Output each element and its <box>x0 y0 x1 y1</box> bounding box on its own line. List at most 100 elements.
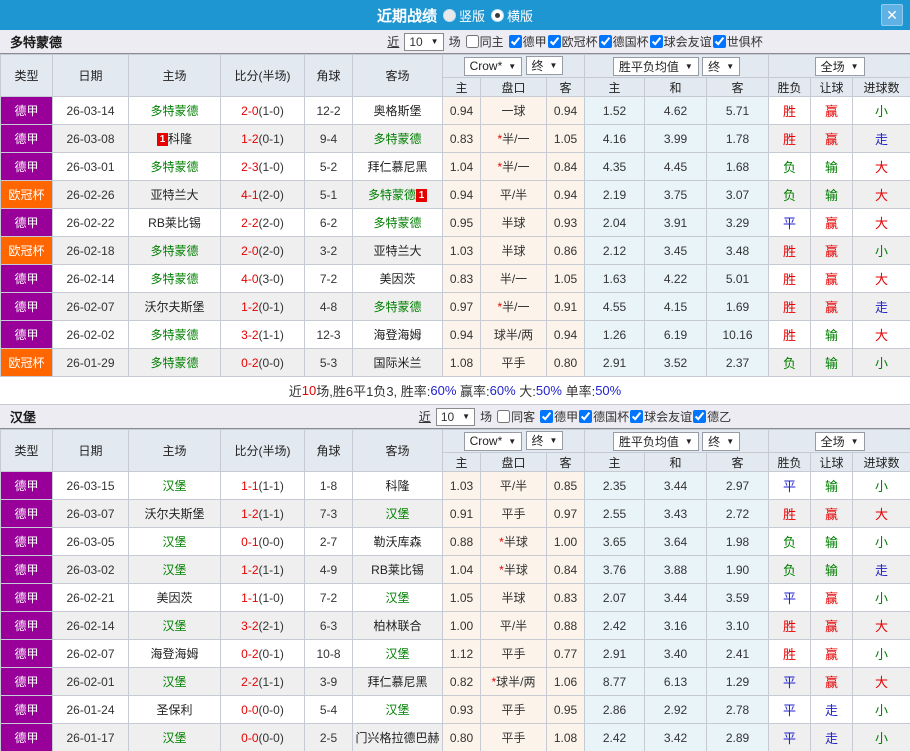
handicap-line: 半/一 <box>481 265 547 293</box>
goals-result: 小 <box>853 724 910 751</box>
goals-result: 小 <box>853 696 910 724</box>
league-checkbox[interactable] <box>599 35 612 48</box>
games-label: 场 <box>449 33 461 50</box>
avg-home-odds: 4.16 <box>585 125 645 153</box>
close-button[interactable]: ✕ <box>881 4 903 26</box>
same-venue-filter[interactable]: 同主 <box>466 33 504 50</box>
home-team: 汉堡 <box>129 472 221 500</box>
summary-part: 近 <box>289 381 302 400</box>
win-loss-result: 胜 <box>769 640 811 668</box>
match-row: 德甲26-02-07海登海姆0-2(0-1)10-8汉堡1.12平手0.772.… <box>1 640 910 668</box>
match-row: 欧冠杯26-02-26亚特兰大4-1(2-0)5-1多特蒙德10.94平/半0.… <box>1 181 910 209</box>
league-checkbox[interactable] <box>650 35 663 48</box>
recent-count-select[interactable]: 10 ▼ <box>404 33 443 51</box>
summary-part: 赢率: <box>456 381 489 400</box>
early-change-star: * <box>497 300 502 314</box>
win-loss-result: 负 <box>769 528 811 556</box>
same-venue-checkbox[interactable] <box>497 410 510 423</box>
same-venue-checkbox[interactable] <box>466 35 479 48</box>
home-team: 多特蒙德 <box>129 349 221 377</box>
team-label: 汉堡 <box>385 507 409 521</box>
handicap-line: 平/半 <box>481 181 547 209</box>
fullmatch-dropdown[interactable]: 全场▼ <box>815 432 865 451</box>
league-filter[interactable]: 德乙 <box>693 408 731 425</box>
team-name: 多特蒙德 <box>10 32 170 51</box>
league-checkbox[interactable] <box>693 410 706 423</box>
fullmatch-dropdown[interactable]: 全场▼ <box>815 57 865 76</box>
win-loss-result: 负 <box>769 556 811 584</box>
league-filter[interactable]: 德甲 <box>540 408 578 425</box>
league-checkbox[interactable] <box>540 410 553 423</box>
league-filter[interactable]: 世俱杯 <box>713 33 763 50</box>
same-venue-filter[interactable]: 同客 <box>497 408 535 425</box>
avg-draw-odds: 3.99 <box>645 125 707 153</box>
layout-horizontal-option[interactable]: 横版 <box>491 6 533 25</box>
radio-unselected-icon[interactable] <box>443 9 456 22</box>
handicap-line: 半球 <box>481 237 547 265</box>
col-home: 主场 <box>129 430 221 472</box>
home-odds: 0.93 <box>443 696 481 724</box>
score-cell: 3-2(2-1) <box>221 612 305 640</box>
home-odds: 0.95 <box>443 209 481 237</box>
handicap-result: 赢 <box>811 668 853 696</box>
avg-away-odds: 2.72 <box>707 500 769 528</box>
final-odds-dropdown[interactable]: 终▼ <box>526 56 564 75</box>
home-team: 海登海姆 <box>129 640 221 668</box>
league-filter-group: 德甲欧冠杯德国杯球会友谊世俱杯 <box>509 33 763 50</box>
red-card-badge: 1 <box>157 133 168 146</box>
league-filter[interactable]: 德国杯 <box>579 408 629 425</box>
avg-away-odds: 1.78 <box>707 125 769 153</box>
col-away: 客场 <box>353 55 443 97</box>
league-filter[interactable]: 球会友谊 <box>630 408 692 425</box>
match-row: 德甲26-03-05汉堡0-1(0-0)2-7勒沃库森0.88*半球1.003.… <box>1 528 910 556</box>
recent-label[interactable]: 近 <box>387 33 399 50</box>
away-odds: 0.80 <box>547 349 585 377</box>
league-checkbox[interactable] <box>548 35 561 48</box>
match-date: 26-03-07 <box>53 500 129 528</box>
final-avg-dropdown[interactable]: 终▼ <box>702 432 740 451</box>
home-odds: 1.05 <box>443 584 481 612</box>
halftime-score: (3-0) <box>259 272 284 286</box>
avg-home-odds: 4.55 <box>585 293 645 321</box>
league-filter[interactable]: 德甲 <box>509 33 547 50</box>
league-checkbox[interactable] <box>630 410 643 423</box>
league-type-cell: 德甲 <box>1 321 53 349</box>
corner-count: 5-1 <box>305 181 353 209</box>
team-label: 勒沃库森 <box>373 535 421 549</box>
away-odds: 0.85 <box>547 472 585 500</box>
corner-count: 7-2 <box>305 584 353 612</box>
league-filter[interactable]: 欧冠杯 <box>548 33 598 50</box>
corner-count: 9-4 <box>305 125 353 153</box>
avg-odds-dropdown[interactable]: 胜平负均值▼ <box>613 57 699 76</box>
league-checkbox[interactable] <box>713 35 726 48</box>
chevron-down-icon: ▼ <box>726 62 734 71</box>
avg-odds-dropdown[interactable]: 胜平负均值▼ <box>613 432 699 451</box>
corner-count: 1-8 <box>305 472 353 500</box>
team-label: 汉堡 <box>385 591 409 605</box>
match-date: 26-02-21 <box>53 584 129 612</box>
final-avg-dropdown[interactable]: 终▼ <box>702 57 740 76</box>
final-odds-dropdown[interactable]: 终▼ <box>526 431 564 450</box>
league-filter[interactable]: 德国杯 <box>599 33 649 50</box>
halftime-score: (0-1) <box>259 132 284 146</box>
away-odds: 0.94 <box>547 181 585 209</box>
goals-result: 走 <box>853 556 910 584</box>
league-checkbox[interactable] <box>509 35 522 48</box>
odds-source-dropdown[interactable]: Crow*▼ <box>464 432 523 451</box>
recent-count-select[interactable]: 10 ▼ <box>436 408 475 426</box>
score-cell: 1-2(1-1) <box>221 556 305 584</box>
avg-away-odds: 2.37 <box>707 349 769 377</box>
radio-selected-icon[interactable] <box>491 9 504 22</box>
home-team: 汉堡 <box>129 668 221 696</box>
recent-label[interactable]: 近 <box>419 408 431 425</box>
match-row: 德甲26-02-21美因茨1-1(1-0)7-2汉堡1.05半球0.832.07… <box>1 584 910 612</box>
home-team: RB莱比锡 <box>129 209 221 237</box>
handicap-result: 赢 <box>811 209 853 237</box>
league-filter-label: 德国杯 <box>613 33 649 50</box>
layout-vertical-option[interactable]: 竖版 <box>443 6 485 25</box>
league-filter[interactable]: 球会友谊 <box>650 33 712 50</box>
chevron-down-icon: ▼ <box>726 437 734 446</box>
odds-source-dropdown[interactable]: Crow*▼ <box>464 57 523 76</box>
fulltime-score: 0-2 <box>241 356 258 370</box>
league-checkbox[interactable] <box>579 410 592 423</box>
